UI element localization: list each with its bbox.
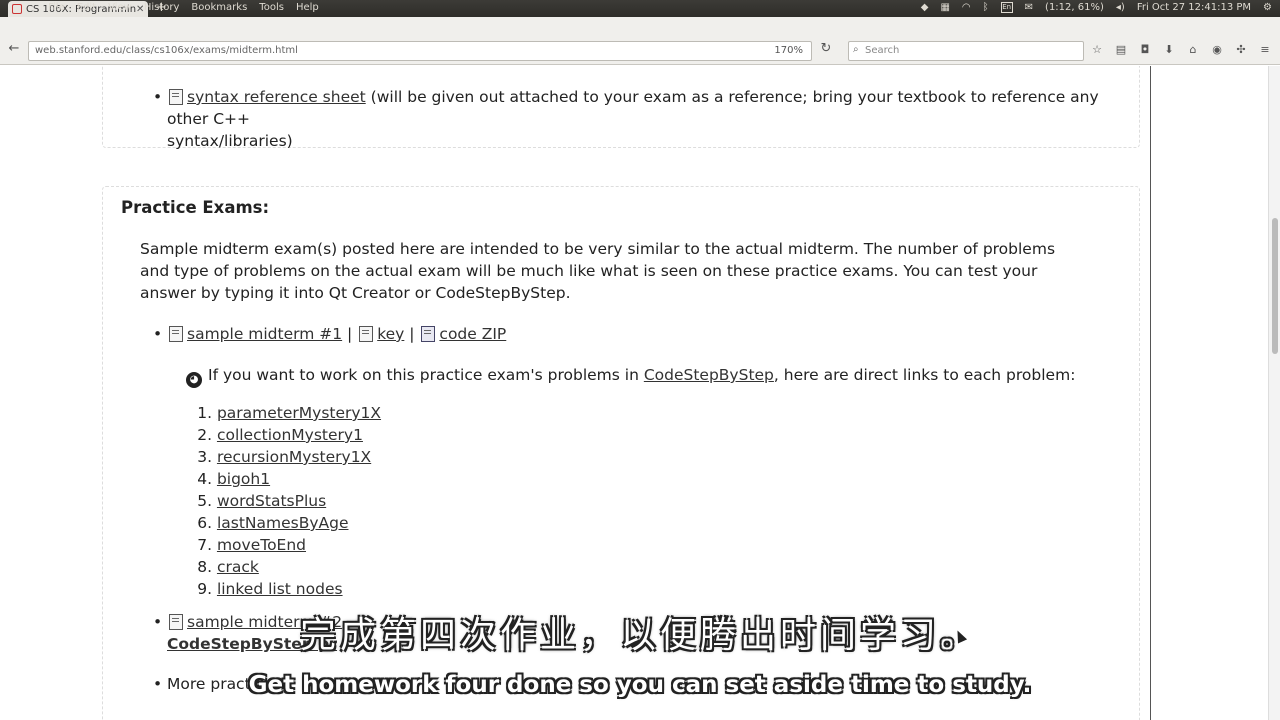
url-text: web.stanford.edu/class/cs106x/exams/midt… [35,45,298,56]
document-icon [167,88,185,105]
search-input[interactable]: ⌕ Search [848,41,1084,61]
separator: | [342,325,358,343]
document-icon [167,325,185,342]
problem-link[interactable]: crack [217,558,259,576]
practice-paragraph: Sample midterm exam(s) posted here are i… [140,240,1056,302]
problem-list: 1. parameterMystery1X 2. collectionMyste… [194,402,381,600]
reload-icon[interactable]: ↻ [818,41,834,57]
search-placeholder: Search [865,45,900,56]
dropbox-icon[interactable]: ◆ [921,2,929,13]
menu-tools[interactable]: Tools [259,2,284,13]
zip-icon [419,325,437,342]
bookmark-star-icon[interactable]: ☆ [1090,43,1104,57]
codestepbystep-logo-icon: ◕ [186,372,202,388]
grid-icon[interactable]: ▦ [940,2,949,13]
reading-list-icon[interactable]: ▤ [1114,43,1128,57]
syntax-sheet-item: • syntax reference sheet (will be given … [153,86,1117,152]
navigation-toolbar: ← web.stanford.edu/class/cs106x/exams/mi… [0,17,1280,65]
list-item: 5. wordStatsPlus [197,492,327,510]
sample-midterm-1-link[interactable]: sample midterm #1 [187,325,342,343]
download-icon[interactable]: ⬇ [1162,43,1176,57]
problem-link[interactable]: linked list nodes [217,580,343,598]
battery-indicator[interactable]: (1:12, 61%) [1045,2,1104,13]
menu-bookmarks[interactable]: Bookmarks [191,2,247,13]
problem-link[interactable]: lastNamesByAge [217,514,349,532]
mail-icon[interactable]: ✉ [1025,2,1033,13]
english-subtitle: Get homework four done so you can set as… [248,672,1032,698]
system-menu-bar: CS 106X: Programmin ✕ + File Edit View H… [0,0,1280,17]
codestepbystep-link[interactable]: CodeStepByStep [644,366,774,384]
system-tray: ◆ ▦ ◠ ᛒ En ✉ (1:12, 61%) ◂) Fri Oct 27 1… [921,2,1272,13]
key-link[interactable]: key [377,325,404,343]
extension-icon[interactable]: ◉ [1210,43,1224,57]
settings-gear-icon[interactable]: ⚙ [1263,2,1272,13]
menu-file[interactable]: File [48,2,65,13]
chinese-subtitle: 完成第四次作业，以便腾出时间学习。 [299,615,980,656]
problem-link[interactable]: collectionMystery1 [217,426,363,444]
list-item: 4. bigoh1 [197,470,271,488]
list-item: 1. parameterMystery1X [197,404,382,422]
search-icon: ⌕ [853,44,859,55]
clock[interactable]: Fri Oct 27 12:41:13 PM [1137,2,1251,13]
tip-text-suffix: , here are direct links to each problem: [773,366,1076,384]
sample-midterm-1-item: • sample midterm #1 | key | code ZIP [153,323,506,345]
menu-edit[interactable]: Edit [77,2,96,13]
favicon-icon [12,4,22,14]
keyboard-layout-indicator[interactable]: En [1000,2,1013,13]
document-icon [357,325,375,342]
problem-link[interactable]: parameterMystery1X [217,404,381,422]
back-arrow-icon[interactable]: ← [6,41,22,57]
addon-icon[interactable]: ✣ [1234,43,1248,57]
menu-help[interactable]: Help [296,2,319,13]
separator: | [404,325,420,343]
list-item: 7. moveToEnd [197,536,307,554]
problem-link[interactable]: wordStatsPlus [217,492,326,510]
problem-link[interactable]: moveToEnd [217,536,306,554]
bullet-dot: • [153,325,163,343]
volume-icon[interactable]: ◂) [1116,2,1125,13]
problem-link[interactable]: recursionMystery1X [217,448,371,466]
syntax-reference-text-2: syntax/libraries) [167,132,293,150]
menu-view[interactable]: View [108,2,132,13]
menu-bar: File Edit View History Bookmarks Tools H… [48,2,319,13]
home-icon[interactable]: ⌂ [1186,43,1200,57]
bullet-dot: • [153,88,163,106]
codestepbystep-tip: ◕ If you want to work on this practice ex… [186,364,1075,388]
scrollbar-thumb[interactable] [1272,218,1278,354]
list-item: 9. linked list nodes [197,580,343,598]
hamburger-menu-icon[interactable]: ≡ [1258,43,1272,57]
syntax-reference-link[interactable]: syntax reference sheet [187,88,366,106]
list-item: 6. lastNamesByAge [197,514,349,532]
toolbar-icons: ☆ ▤ ◘ ⬇ ⌂ ◉ ✣ ≡ [1090,43,1272,57]
list-item: 8. crack [197,558,259,576]
tip-text: If you want to work on this practice exa… [208,366,644,384]
pocket-icon[interactable]: ◘ [1138,43,1152,57]
practice-exams-heading: Practice Exams: [121,198,270,217]
list-item: 2. collectionMystery1 [197,426,363,444]
problem-link[interactable]: bigoh1 [217,470,270,488]
bluetooth-icon[interactable]: ᛒ [983,2,989,13]
wifi-icon[interactable]: ◠ [962,2,971,13]
code-zip-link[interactable]: code ZIP [439,325,506,343]
list-item: 3. recursionMystery1X [197,448,372,466]
url-bar[interactable]: web.stanford.edu/class/cs106x/exams/midt… [28,41,812,61]
menu-history[interactable]: History [144,2,180,13]
zoom-level[interactable]: 170% [774,45,803,56]
